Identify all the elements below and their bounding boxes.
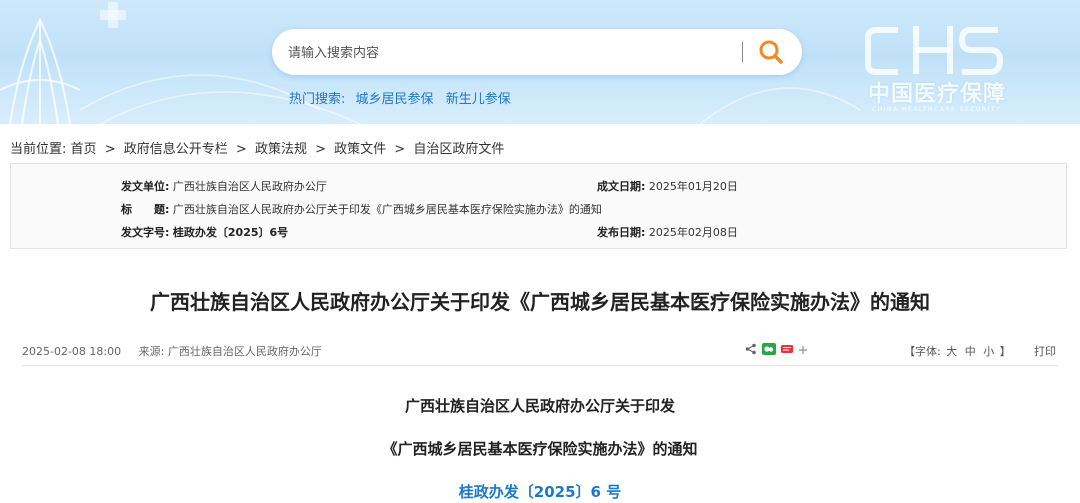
breadcrumb: 当前位置: 首页 > 政府信息公开专栏 > 政策法规 > 政策文件 > 自治区政…: [10, 138, 504, 157]
info-date-value: 2025年01月20日: [648, 180, 738, 193]
meta-divider: [22, 365, 1058, 366]
search-divider: [742, 42, 743, 62]
article-source: 来源: 广西壮族自治区人民政府办公厅: [138, 345, 322, 358]
font-size-control: 【字体: 大 中 小 】: [904, 343, 1011, 359]
info-publish: 发布日期: 2025年02月08日: [597, 224, 738, 240]
breadcrumb-item[interactable]: 政策法规: [255, 142, 307, 157]
font-small-button[interactable]: 小: [983, 345, 994, 358]
info-docno-value: 桂政办发〔2025〕6号: [172, 226, 289, 239]
article-datetime: 2025-02-08 18:00: [22, 345, 122, 358]
info-publish-value: 2025年02月08日: [648, 226, 738, 239]
logo-text-cn: 中国医疗保障: [868, 82, 1007, 107]
info-publish-label: 发布日期:: [597, 226, 646, 239]
info-title-label: 标 题:: [121, 203, 170, 216]
breadcrumb-item[interactable]: 自治区政府文件: [413, 142, 504, 157]
info-title-value: 广西壮族自治区人民政府办公厅关于印发《广西城乡居民基本医疗保险实施办法》的通知: [172, 203, 602, 216]
info-title: 标 题: 广西壮族自治区人民政府办公厅关于印发《广西城乡居民基本医疗保险实施办法…: [121, 201, 602, 217]
info-issuer: 发文单位: 广西壮族自治区人民政府办公厅: [121, 178, 327, 194]
breadcrumb-separator: >: [104, 142, 116, 157]
logo-text-en: CHINA HEALTHCARE SECURITY: [872, 106, 1002, 113]
print-button[interactable]: 打印: [1034, 343, 1056, 359]
font-label-open: 【字体:: [904, 345, 941, 358]
document-number: 桂政办发〔2025〕6 号: [458, 483, 622, 501]
search-box: [272, 29, 802, 75]
breadcrumb-item[interactable]: 政府信息公开专栏: [124, 142, 228, 157]
share-bar: [745, 341, 808, 357]
hot-search-item[interactable]: 新生儿参保: [446, 92, 511, 107]
more-share-icon[interactable]: [798, 340, 808, 359]
article-meta: 2025-02-08 18:00 来源: 广西壮族自治区人民政府办公厅: [22, 343, 336, 359]
info-docno-label: 发文字号:: [121, 226, 170, 239]
info-issuer-label: 发文单位:: [121, 180, 170, 193]
document-info-box: 发文单位: 广西壮族自治区人民政府办公厅 成文日期: 2025年01月20日 标…: [10, 163, 1067, 249]
search-icon[interactable]: [756, 37, 786, 67]
header-banner: 热门搜索: 城乡居民参保 新生儿参保 中国医疗保障 CHINA HEALTHCA…: [0, 0, 1080, 124]
font-medium-button[interactable]: 中: [965, 345, 976, 358]
font-large-button[interactable]: 大: [946, 345, 957, 358]
search-input[interactable]: [286, 37, 730, 69]
body-heading-1: 广西壮族自治区人民政府办公厅关于印发: [404, 397, 675, 415]
article-title: 广西壮族自治区人民政府办公厅关于印发《广西城乡居民基本医疗保险实施办法》的通知: [150, 290, 930, 314]
breadcrumb-item[interactable]: 政策文件: [334, 142, 386, 157]
info-docno: 发文字号: 桂政办发〔2025〕6号: [121, 224, 288, 240]
weibo-icon[interactable]: [781, 340, 793, 359]
breadcrumb-separator: >: [394, 142, 406, 157]
breadcrumb-prefix: 当前位置:: [10, 142, 67, 157]
wechat-icon[interactable]: [762, 340, 776, 359]
body-heading-2: 《广西城乡居民基本医疗保险实施办法》的通知: [382, 440, 698, 458]
breadcrumb-home[interactable]: 首页: [71, 142, 97, 157]
breadcrumb-separator: >: [235, 142, 247, 157]
hot-search-label: 热门搜索:: [289, 92, 346, 107]
hot-search-item[interactable]: 城乡居民参保: [356, 92, 434, 107]
info-issuer-value: 广西壮族自治区人民政府办公厅: [172, 180, 327, 193]
info-date: 成文日期: 2025年01月20日: [597, 178, 738, 194]
share-icon[interactable]: [745, 340, 757, 359]
breadcrumb-separator: >: [315, 142, 326, 157]
info-date-label: 成文日期:: [597, 180, 646, 193]
font-label-close: 】: [999, 345, 1011, 358]
hot-search: 热门搜索: 城乡居民参保 新生儿参保: [289, 88, 519, 107]
